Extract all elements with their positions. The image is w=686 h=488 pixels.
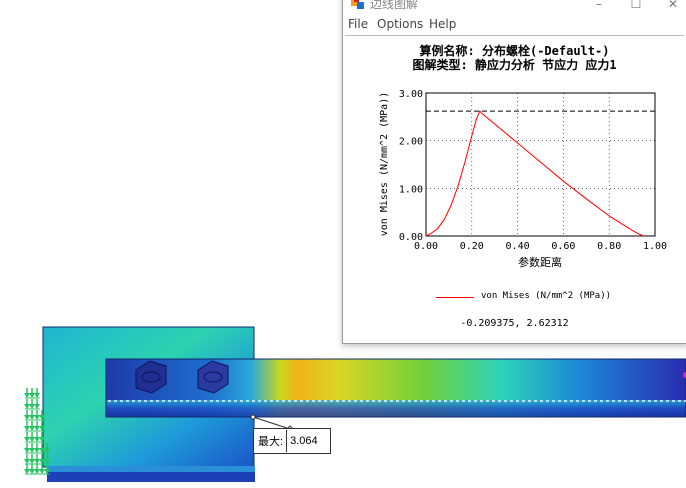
menu-file[interactable]: File	[348, 16, 368, 32]
load-arrow	[34, 399, 40, 409]
legend-swatch	[436, 297, 474, 298]
y-axis-label: von Mises (N/mm^2 (MPa))	[379, 92, 390, 237]
x-axis-label: 参数距离	[518, 255, 562, 269]
y-tick-label: 1.00	[399, 184, 423, 195]
max-value-callout[interactable]: 最大: 3.064	[253, 428, 331, 454]
window-titlebar[interactable]: 边线图解 – ☐ ✕	[343, 0, 686, 13]
legend-label: von Mises (N/mm^2 (MPa))	[481, 291, 612, 301]
coordinate-readout: -0.209375, 2.62312	[460, 318, 569, 329]
x-tick-label: 1.00	[643, 241, 667, 252]
plot-area-frame	[425, 92, 656, 237]
maximize-icon[interactable]: ☐	[624, 0, 648, 11]
x-tick-label: 0.60	[551, 241, 575, 252]
solidworks-logo-icon	[351, 0, 364, 9]
stress-line-chart[interactable]: 0.00 0.20 0.40 0.60 0.80 1.000.001.002.003.00…	[345, 36, 684, 286]
y-tick-label: 3.00	[399, 89, 423, 100]
close-icon[interactable]: ✕	[661, 0, 685, 11]
x-tick-label: 0.80	[597, 241, 621, 252]
menu-help[interactable]: Help	[429, 16, 456, 32]
window-title: 边线图解	[370, 0, 419, 11]
load-arrow	[34, 388, 40, 398]
top-bar	[105, 358, 686, 418]
x-tick-label: 0.20	[460, 241, 484, 252]
plot-client-area: 算例名称: 分布螺栓(-Default-) 图解类型: 静应力分析 节应力 应力…	[345, 35, 684, 342]
max-label: 最大:	[258, 436, 284, 448]
menu-bar: File Options Help	[343, 14, 686, 34]
chart-legend: von Mises (N/mm^2 (MPa))	[345, 290, 684, 306]
y-tick-label: 0.00	[399, 232, 423, 243]
edge-plot-window[interactable]: 边线图解 – ☐ ✕ File Options Help 算例名称: 分布螺栓(…	[342, 0, 686, 344]
menu-options[interactable]: Options	[377, 16, 423, 32]
minimize-icon[interactable]: –	[587, 0, 611, 11]
y-tick-label: 2.00	[399, 137, 423, 148]
max-value: 3.064	[286, 430, 330, 452]
x-tick-label: 0.40	[506, 241, 530, 252]
